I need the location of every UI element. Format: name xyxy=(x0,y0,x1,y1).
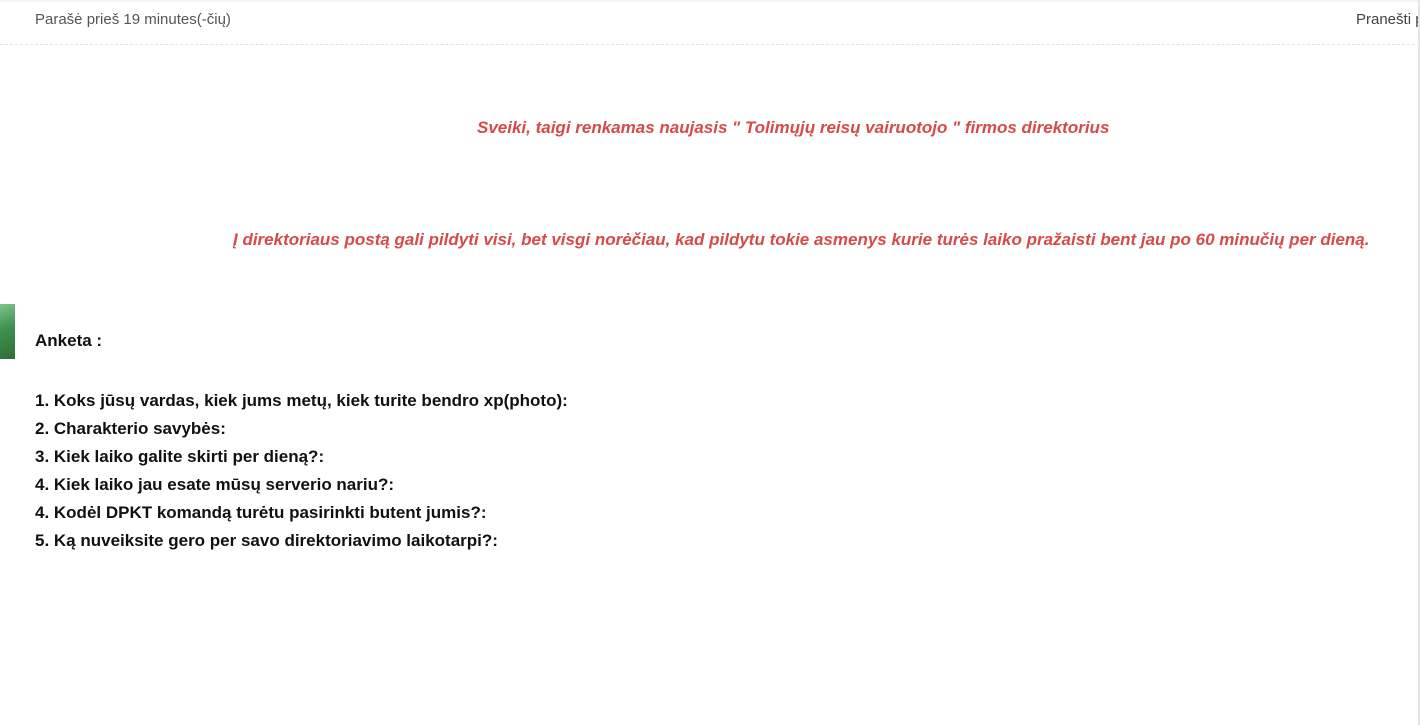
list-item: 5. Ką nuveiksite gero per savo direktori… xyxy=(35,531,498,550)
form-title: Anketa : xyxy=(35,331,103,350)
question-list: 1. Koks jūsų vardas, kiek jums metų, kie… xyxy=(35,387,568,555)
post-header: Parašė prieš 19 minutes(-čių) Pranešti p xyxy=(0,0,1420,45)
announcement-requirement: Į direktoriaus postą gali pildyti visi, … xyxy=(233,230,1370,249)
list-item: 3. Kiek laiko galite skirti per dieną?: xyxy=(35,447,325,466)
list-item: 2. Charakterio savybės: xyxy=(35,419,226,438)
list-item: 4. Kodėl DPKT komandą turėtu pasirinkti … xyxy=(35,503,487,522)
avatar[interactable] xyxy=(0,304,15,359)
list-item: 1. Koks jūsų vardas, kiek jums metų, kie… xyxy=(35,391,568,410)
list-item: 4. Kiek laiko jau esate mūsų serverio na… xyxy=(35,475,395,494)
report-post-link[interactable]: Pranešti p xyxy=(1356,11,1420,29)
post-timestamp: Parašė prieš 19 minutes(-čių) xyxy=(35,11,231,28)
announcement-heading: Sveiki, taigi renkamas naujasis " Tolimų… xyxy=(477,118,1110,137)
forum-post: Parašė prieš 19 minutes(-čių) Pranešti p… xyxy=(0,0,1420,725)
